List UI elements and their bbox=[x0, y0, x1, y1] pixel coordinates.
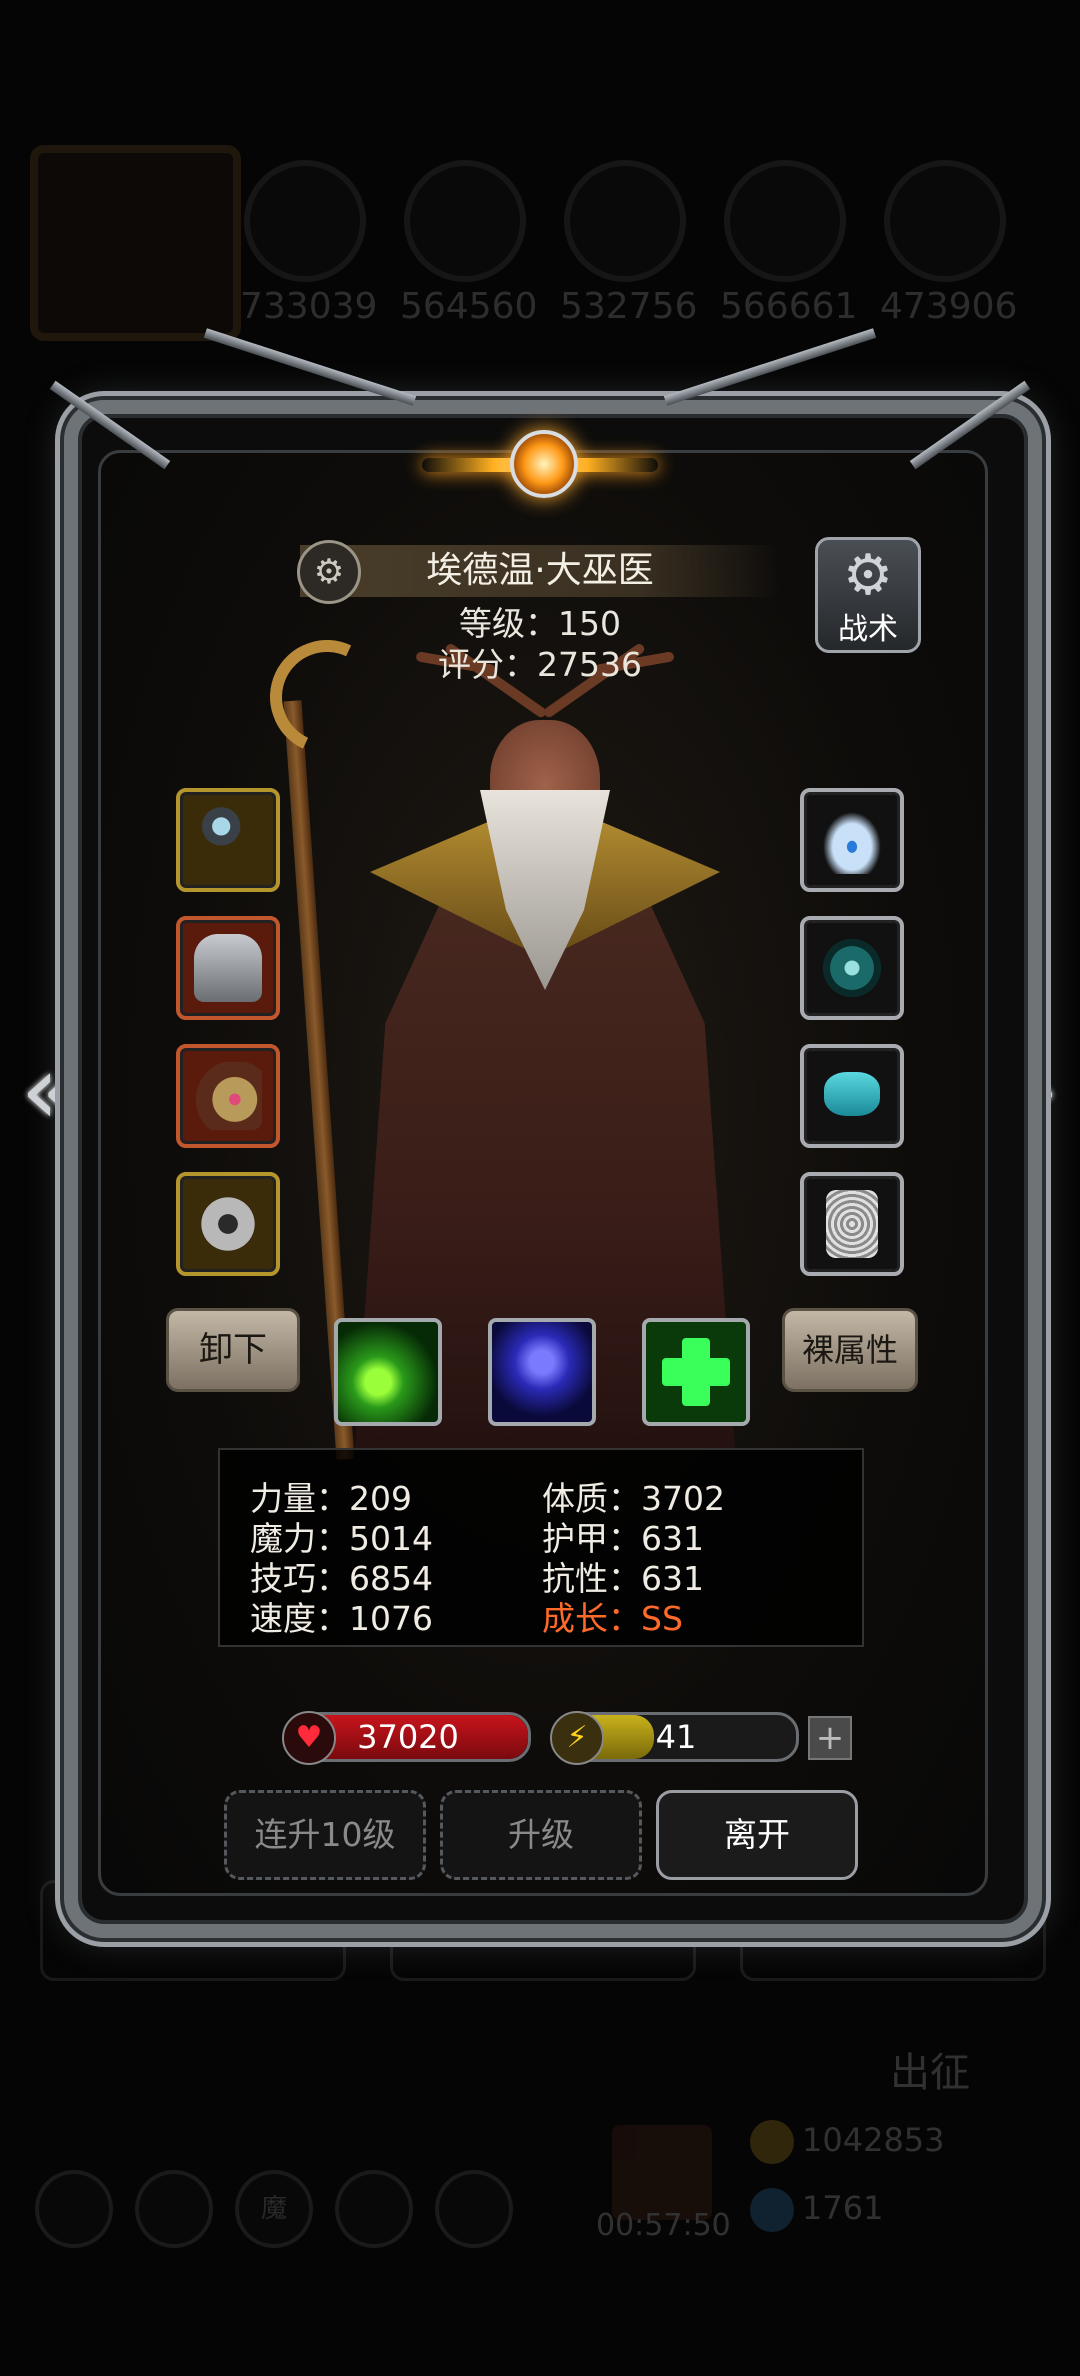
menu-icon bbox=[35, 2170, 113, 2248]
chainmail-icon bbox=[826, 1190, 878, 1258]
tactics-label: 战术 bbox=[838, 612, 898, 647]
equip-slot-chainmail[interactable] bbox=[800, 1172, 904, 1276]
hp-bar: 37020 ♥ bbox=[282, 1711, 531, 1765]
gem-icon bbox=[750, 2188, 794, 2232]
equip-slot-ring[interactable] bbox=[176, 1172, 280, 1276]
gift-icon bbox=[612, 2125, 712, 2220]
skill-slot-heal[interactable] bbox=[642, 1318, 750, 1426]
stat-speed: 速度：1076 bbox=[250, 1599, 433, 1638]
heart-icon: ♥ bbox=[282, 1711, 336, 1765]
stat-growth: 成长：SS bbox=[542, 1599, 683, 1638]
resource-count: 733039 bbox=[240, 286, 378, 327]
chest-armor-icon bbox=[194, 934, 262, 1002]
gold-coin-icon bbox=[750, 2120, 794, 2164]
resource-slot: 733039 bbox=[240, 160, 378, 327]
ring-icon bbox=[194, 1190, 262, 1258]
gold-counter: 1042853 bbox=[750, 2120, 945, 2164]
gear-icon: ⚙ bbox=[842, 543, 894, 608]
equip-slot-armor[interactable] bbox=[176, 916, 280, 1020]
gem-counter: 1761 bbox=[750, 2188, 883, 2232]
stats-panel: 力量：209 魔力：5014 技巧：6854 速度：1076 体质：3702 护… bbox=[218, 1448, 864, 1647]
skill-slot-shadow[interactable] bbox=[488, 1318, 596, 1426]
bare-attributes-button[interactable]: 裸属性 bbox=[782, 1308, 918, 1392]
amulet-icon bbox=[818, 934, 886, 1002]
sun-emblem-icon bbox=[510, 430, 578, 498]
resource-count: 566661 bbox=[720, 286, 858, 327]
skill-slot-nature[interactable] bbox=[334, 1318, 442, 1426]
equip-slot-gem[interactable] bbox=[800, 1044, 904, 1148]
resource-slot: 566661 bbox=[720, 160, 858, 327]
depart-label: 出征 bbox=[890, 2050, 970, 2096]
lightning-icon: ⚡ bbox=[550, 1711, 604, 1765]
frame-crest bbox=[422, 430, 658, 500]
settings-gear-icon[interactable]: ⚙ bbox=[297, 540, 361, 604]
equip-slot-bracer[interactable] bbox=[176, 1044, 280, 1148]
gem-icon bbox=[824, 1072, 880, 1116]
crown-icon bbox=[818, 806, 886, 874]
player-portrait bbox=[30, 145, 241, 341]
energy-bar: 41 ⚡ bbox=[550, 1711, 799, 1765]
equip-slot-helmet[interactable] bbox=[800, 788, 904, 892]
unequip-button[interactable]: 卸下 bbox=[166, 1308, 300, 1392]
tactics-button[interactable]: ⚙ 战术 bbox=[815, 537, 921, 653]
equip-slot-weapon[interactable] bbox=[176, 788, 280, 892]
leave-button[interactable]: 离开 bbox=[656, 1790, 858, 1880]
resource-count: 473906 bbox=[880, 286, 1018, 327]
level-up-10-button[interactable]: 连升10级 bbox=[224, 1790, 426, 1880]
resource-count: 564560 bbox=[400, 286, 538, 327]
menu-icon bbox=[335, 2170, 413, 2248]
gift-timer: 00:57:50 bbox=[596, 2208, 731, 2243]
add-energy-button[interactable]: + bbox=[808, 1716, 852, 1760]
magic-icon: 魔 bbox=[235, 2170, 313, 2248]
equip-slot-amulet[interactable] bbox=[800, 916, 904, 1020]
staff-icon bbox=[194, 806, 262, 874]
resource-slot: 564560 bbox=[400, 160, 538, 327]
resource-slot: 532756 bbox=[560, 160, 698, 327]
menu-icon bbox=[435, 2170, 513, 2248]
menu-icon bbox=[135, 2170, 213, 2248]
resource-slot: 473906 bbox=[880, 160, 1018, 327]
level-up-button[interactable]: 升级 bbox=[440, 1790, 642, 1880]
bracer-icon bbox=[194, 1062, 262, 1130]
resource-count: 532756 bbox=[560, 286, 698, 327]
hero-name: 埃德温·大巫医 bbox=[300, 545, 780, 597]
